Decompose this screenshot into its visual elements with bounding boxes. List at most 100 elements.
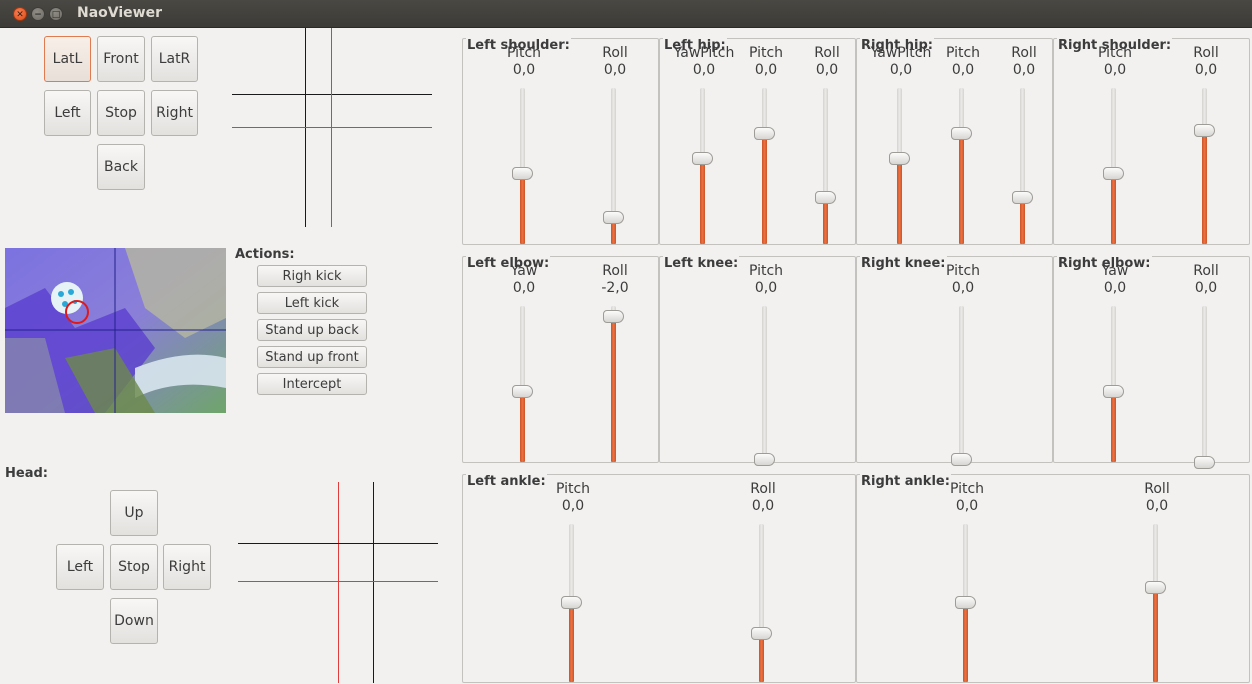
right-knee-pitch-slider[interactable]: Pitch 0,0: [940, 263, 986, 466]
slider-handle[interactable]: [751, 626, 772, 640]
slider-handle[interactable]: [1194, 123, 1215, 137]
slider-value: 0,0: [955, 498, 979, 514]
head-crosshair[interactable]: [238, 482, 438, 683]
head-label: Head:: [5, 466, 48, 481]
slider-handle[interactable]: [512, 385, 533, 398]
slider-label: Pitch: [949, 481, 985, 497]
walk-stop-button[interactable]: Stop: [97, 90, 145, 136]
left-shoulder-group: Left shoulder: Pitch 0,0 Roll 0,0: [462, 38, 659, 245]
slider-handle[interactable]: [692, 152, 713, 165]
slider-value: 0,0: [754, 280, 778, 296]
slider-handle[interactable]: [561, 596, 582, 610]
slider-track[interactable]: [959, 306, 964, 462]
right-shoulder-group: Right shoulder: Pitch 0,0 Roll 0,0: [1053, 38, 1250, 245]
slider-label: Pitch: [555, 481, 591, 497]
left-knee-group: Left knee: Pitch 0,0: [659, 256, 856, 466]
left-shoulder-roll-slider[interactable]: Roll 0,0: [592, 45, 638, 246]
stand-up-back-button[interactable]: Stand up back: [257, 319, 367, 341]
slider-handle[interactable]: [754, 126, 775, 140]
walk-right-button[interactable]: Right: [151, 90, 198, 136]
slider-fill: [520, 173, 525, 244]
right-hip-pitch-slider[interactable]: Pitch 0,0: [940, 45, 986, 246]
left-kick-button[interactable]: Left kick: [257, 292, 367, 314]
slider-handle[interactable]: [603, 210, 624, 224]
window-close-button[interactable]: ✕: [13, 7, 27, 21]
right-ankle-pitch-slider[interactable]: Pitch 0,0: [944, 481, 990, 684]
left-shoulder-pitch-slider[interactable]: Pitch 0,0: [501, 45, 547, 246]
window-minimize-button[interactable]: −: [31, 7, 45, 21]
head-right-button[interactable]: Right: [163, 544, 211, 590]
slider-label: Roll: [602, 263, 628, 279]
left-knee-pitch-slider[interactable]: Pitch 0,0: [743, 263, 789, 466]
walk-back-button[interactable]: Back: [97, 144, 145, 190]
slider-handle[interactable]: [951, 452, 972, 466]
left-elbow-roll-slider[interactable]: Roll -2,0: [592, 263, 638, 464]
window-title: NaoViewer: [77, 5, 162, 21]
slider-fill: [963, 602, 968, 682]
walk-front-button[interactable]: Front: [97, 36, 145, 82]
right-kick-button[interactable]: Righ kick: [257, 265, 367, 287]
left-hip-roll-slider[interactable]: Roll 0,0: [804, 45, 850, 246]
crosshair-black-horizontal: [232, 94, 432, 95]
walk-crosshair[interactable]: [232, 28, 432, 228]
slider-value: 0,0: [951, 280, 975, 296]
slider-fill: [762, 132, 767, 244]
slider-value: 0,0: [1145, 498, 1169, 514]
slider-handle[interactable]: [754, 452, 775, 466]
slider-label: Roll: [1144, 481, 1170, 497]
right-elbow-yaw-slider[interactable]: Yaw 0,0: [1092, 263, 1138, 464]
crosshair-black-horizontal: [238, 543, 438, 544]
window-maximize-button[interactable]: □: [49, 7, 63, 21]
right-shoulder-pitch-slider[interactable]: Pitch 0,0: [1092, 45, 1138, 246]
slider-value: 0,0: [603, 62, 627, 78]
walk-latl-button[interactable]: LatL: [44, 36, 91, 82]
left-hip-pitch-slider[interactable]: Pitch 0,0: [743, 45, 789, 246]
head-stop-button[interactable]: Stop: [110, 544, 158, 590]
crosshair-red-horizontal: [232, 127, 432, 128]
left-hip-yawpitch-slider[interactable]: YawPitch 0,0: [674, 45, 734, 246]
right-elbow-roll-slider[interactable]: Roll 0,0: [1183, 263, 1229, 469]
slider-label: Roll: [1193, 263, 1219, 279]
left-elbow-yaw-slider[interactable]: Yaw 0,0: [501, 263, 547, 464]
head-left-button[interactable]: Left: [56, 544, 104, 590]
left-ankle-roll-slider[interactable]: Roll 0,0: [740, 481, 786, 684]
slider-fill: [1202, 129, 1207, 244]
slider-handle[interactable]: [1012, 191, 1033, 204]
slider-label: Roll: [1193, 45, 1219, 61]
right-knee-group: Right knee: Pitch 0,0: [856, 256, 1053, 466]
title-bar: ✕ − □ NaoViewer: [0, 0, 1252, 28]
head-up-button[interactable]: Up: [110, 490, 158, 536]
right-hip-roll-slider[interactable]: Roll 0,0: [1001, 45, 1047, 246]
stand-up-front-button[interactable]: Stand up front: [257, 346, 367, 368]
head-down-button[interactable]: Down: [110, 598, 158, 644]
crosshair-red-horizontal: [238, 581, 438, 582]
slider-handle[interactable]: [512, 167, 533, 180]
slider-handle[interactable]: [815, 191, 836, 204]
walk-latr-button[interactable]: LatR: [151, 36, 198, 82]
left-ankle-pitch-slider[interactable]: Pitch 0,0: [550, 481, 596, 684]
crosshair-red-vertical: [338, 482, 339, 683]
right-hip-yawpitch-slider[interactable]: YawPitch 0,0: [871, 45, 931, 246]
slider-fill: [897, 158, 902, 244]
slider-handle[interactable]: [889, 152, 910, 165]
slider-value: 0,0: [751, 498, 775, 514]
slider-fill: [1111, 173, 1116, 244]
slider-handle[interactable]: [1103, 167, 1124, 180]
slider-track[interactable]: [762, 306, 767, 462]
right-ankle-roll-slider[interactable]: Roll 0,0: [1134, 481, 1180, 684]
slider-handle[interactable]: [955, 596, 976, 610]
slider-handle[interactable]: [951, 126, 972, 140]
intercept-button[interactable]: Intercept: [257, 373, 367, 395]
slider-track[interactable]: [1202, 306, 1207, 462]
slider-handle[interactable]: [1194, 455, 1215, 469]
slider-label: Roll: [602, 45, 628, 61]
slider-label: Pitch: [506, 45, 542, 61]
right-shoulder-roll-slider[interactable]: Roll 0,0: [1183, 45, 1229, 246]
slider-handle[interactable]: [1103, 385, 1124, 398]
slider-label: Pitch: [748, 263, 784, 279]
slider-handle[interactable]: [603, 310, 624, 323]
slider-label: Pitch: [1097, 45, 1133, 61]
walk-left-button[interactable]: Left: [44, 90, 91, 136]
slider-handle[interactable]: [1145, 581, 1166, 595]
slider-value: 0,0: [1103, 280, 1127, 296]
